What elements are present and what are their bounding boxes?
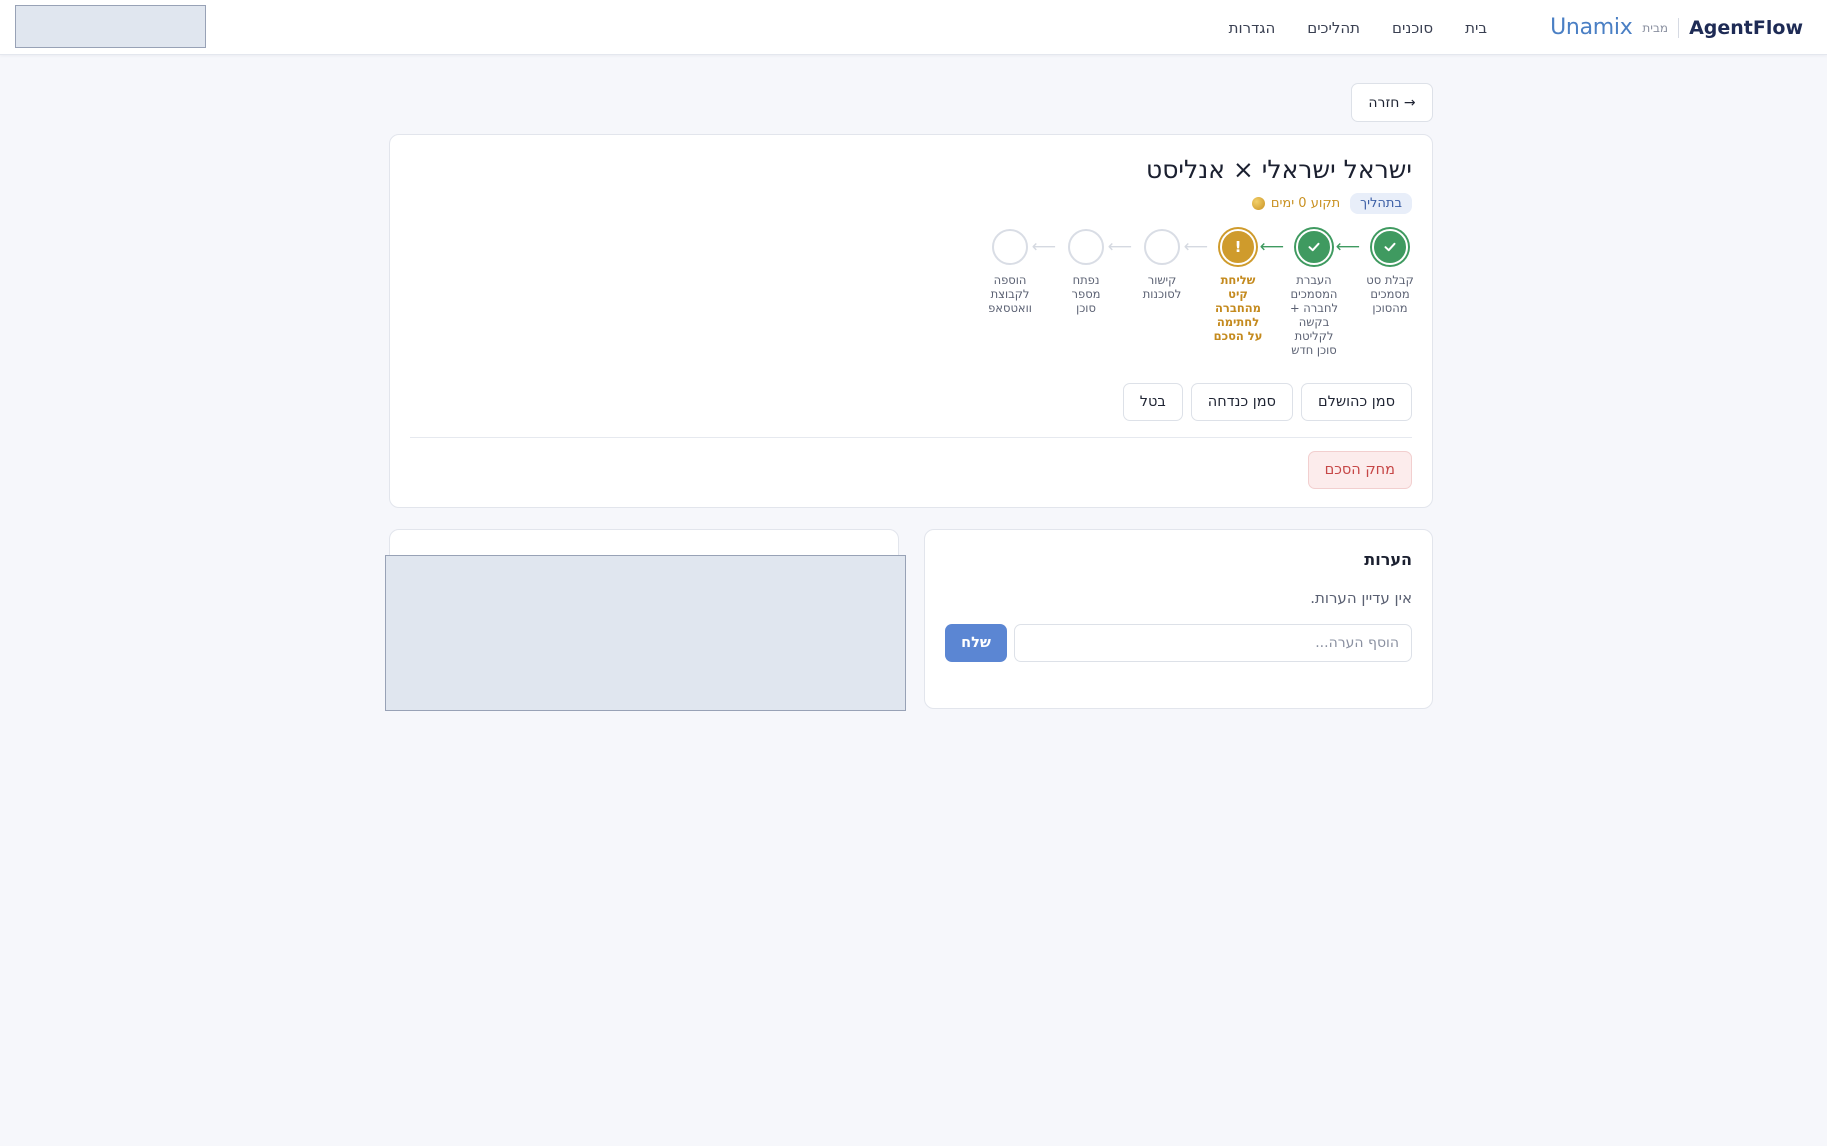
step-1: קבלת סט מסמכים מהסוכן bbox=[1364, 229, 1416, 315]
stuck-indicator: תקוע 0 ימים bbox=[1251, 195, 1341, 211]
step-label: קישור לסוכנות bbox=[1142, 273, 1182, 301]
nav-link-home[interactable]: בית bbox=[1465, 19, 1487, 37]
process-card: ישראל ישראלי × אנליסט בתהליך תקוע 0 ימים… bbox=[389, 134, 1433, 508]
check-icon bbox=[1308, 242, 1320, 252]
comments-card: הערות אין עדיין הערות. שלח bbox=[924, 529, 1433, 709]
redacted-area bbox=[15, 5, 206, 48]
process-stepper: קבלת סט מסמכים מהסוכן ⟵ העברת המסמכים לח… bbox=[956, 229, 1416, 369]
nav-link-agents[interactable]: סוכנים bbox=[1392, 19, 1433, 37]
step-label: הוספה לקבוצת וואטסאפ bbox=[988, 273, 1032, 315]
cancel-button[interactable]: בטל bbox=[1122, 383, 1183, 421]
brand-by-label: מבית bbox=[1642, 20, 1669, 35]
stuck-text: תקוע 0 ימים bbox=[1270, 195, 1341, 211]
delete-agreement-button[interactable]: מחק הסכם bbox=[1307, 451, 1412, 489]
comments-empty-text: אין עדיין הערות. bbox=[1310, 589, 1412, 607]
step-done-icon bbox=[1296, 229, 1332, 265]
nav-link-processes[interactable]: תהליכים bbox=[1307, 19, 1360, 37]
brand-divider bbox=[1678, 17, 1680, 38]
step-pending-icon bbox=[1068, 229, 1104, 265]
step-label: קבלת סט מסמכים מהסוכן bbox=[1366, 273, 1414, 315]
process-meta: בתהליך תקוע 0 ימים bbox=[1251, 191, 1412, 215]
step-label: נפתח מספר סוכן bbox=[1071, 273, 1101, 315]
step-5: נפתח מספר סוכן bbox=[1060, 229, 1112, 315]
step-done-icon bbox=[1372, 229, 1408, 265]
warning-icon: ! bbox=[1220, 229, 1256, 265]
step-2: העברת המסמכים לחברה + בקשה לקליטת סוכן ח… bbox=[1288, 229, 1340, 357]
step-3: ! שליחת קיט מהחברה לחתימה על הסכם bbox=[1212, 229, 1264, 343]
divider bbox=[410, 437, 1412, 438]
coin-icon bbox=[1251, 196, 1265, 210]
step-4: קישור לסוכנות bbox=[1136, 229, 1188, 301]
top-navbar: AgentFlow מבית Unamix בית סוכנים תהליכים… bbox=[0, 0, 1827, 55]
status-badge: בתהליך bbox=[1350, 192, 1412, 214]
redacted-area bbox=[385, 555, 906, 711]
step-6: הוספה לקבוצת וואטסאפ bbox=[984, 229, 1036, 315]
step-label: שליחת קיט מהחברה לחתימה על הסכם bbox=[1213, 273, 1263, 343]
send-comment-button[interactable]: שלח bbox=[945, 624, 1007, 662]
nav-link-settings[interactable]: הגדרות bbox=[1229, 19, 1276, 37]
partner-logo: Unamix bbox=[1550, 15, 1633, 40]
mark-rejected-button[interactable]: סמן כנדחה bbox=[1190, 383, 1293, 421]
brand-name: AgentFlow bbox=[1689, 16, 1803, 39]
main-nav: בית סוכנים תהליכים הגדרות bbox=[1229, 0, 1487, 55]
step-label: העברת המסמכים לחברה + בקשה לקליטת סוכן ח… bbox=[1290, 273, 1338, 357]
step-pending-icon bbox=[992, 229, 1028, 265]
comments-title: הערות bbox=[1364, 550, 1412, 569]
mark-complete-button[interactable]: סמן כהושלם bbox=[1300, 383, 1412, 421]
brand[interactable]: AgentFlow מבית Unamix bbox=[1550, 0, 1803, 55]
check-icon bbox=[1384, 242, 1396, 252]
process-title: ישראל ישראלי × אנליסט bbox=[1145, 155, 1412, 184]
process-actions: סמן כהושלם סמן כנדחה בטל bbox=[1122, 383, 1412, 421]
comment-input[interactable] bbox=[1014, 624, 1412, 662]
back-button[interactable]: → חזרה bbox=[1351, 83, 1433, 122]
step-pending-icon bbox=[1144, 229, 1180, 265]
